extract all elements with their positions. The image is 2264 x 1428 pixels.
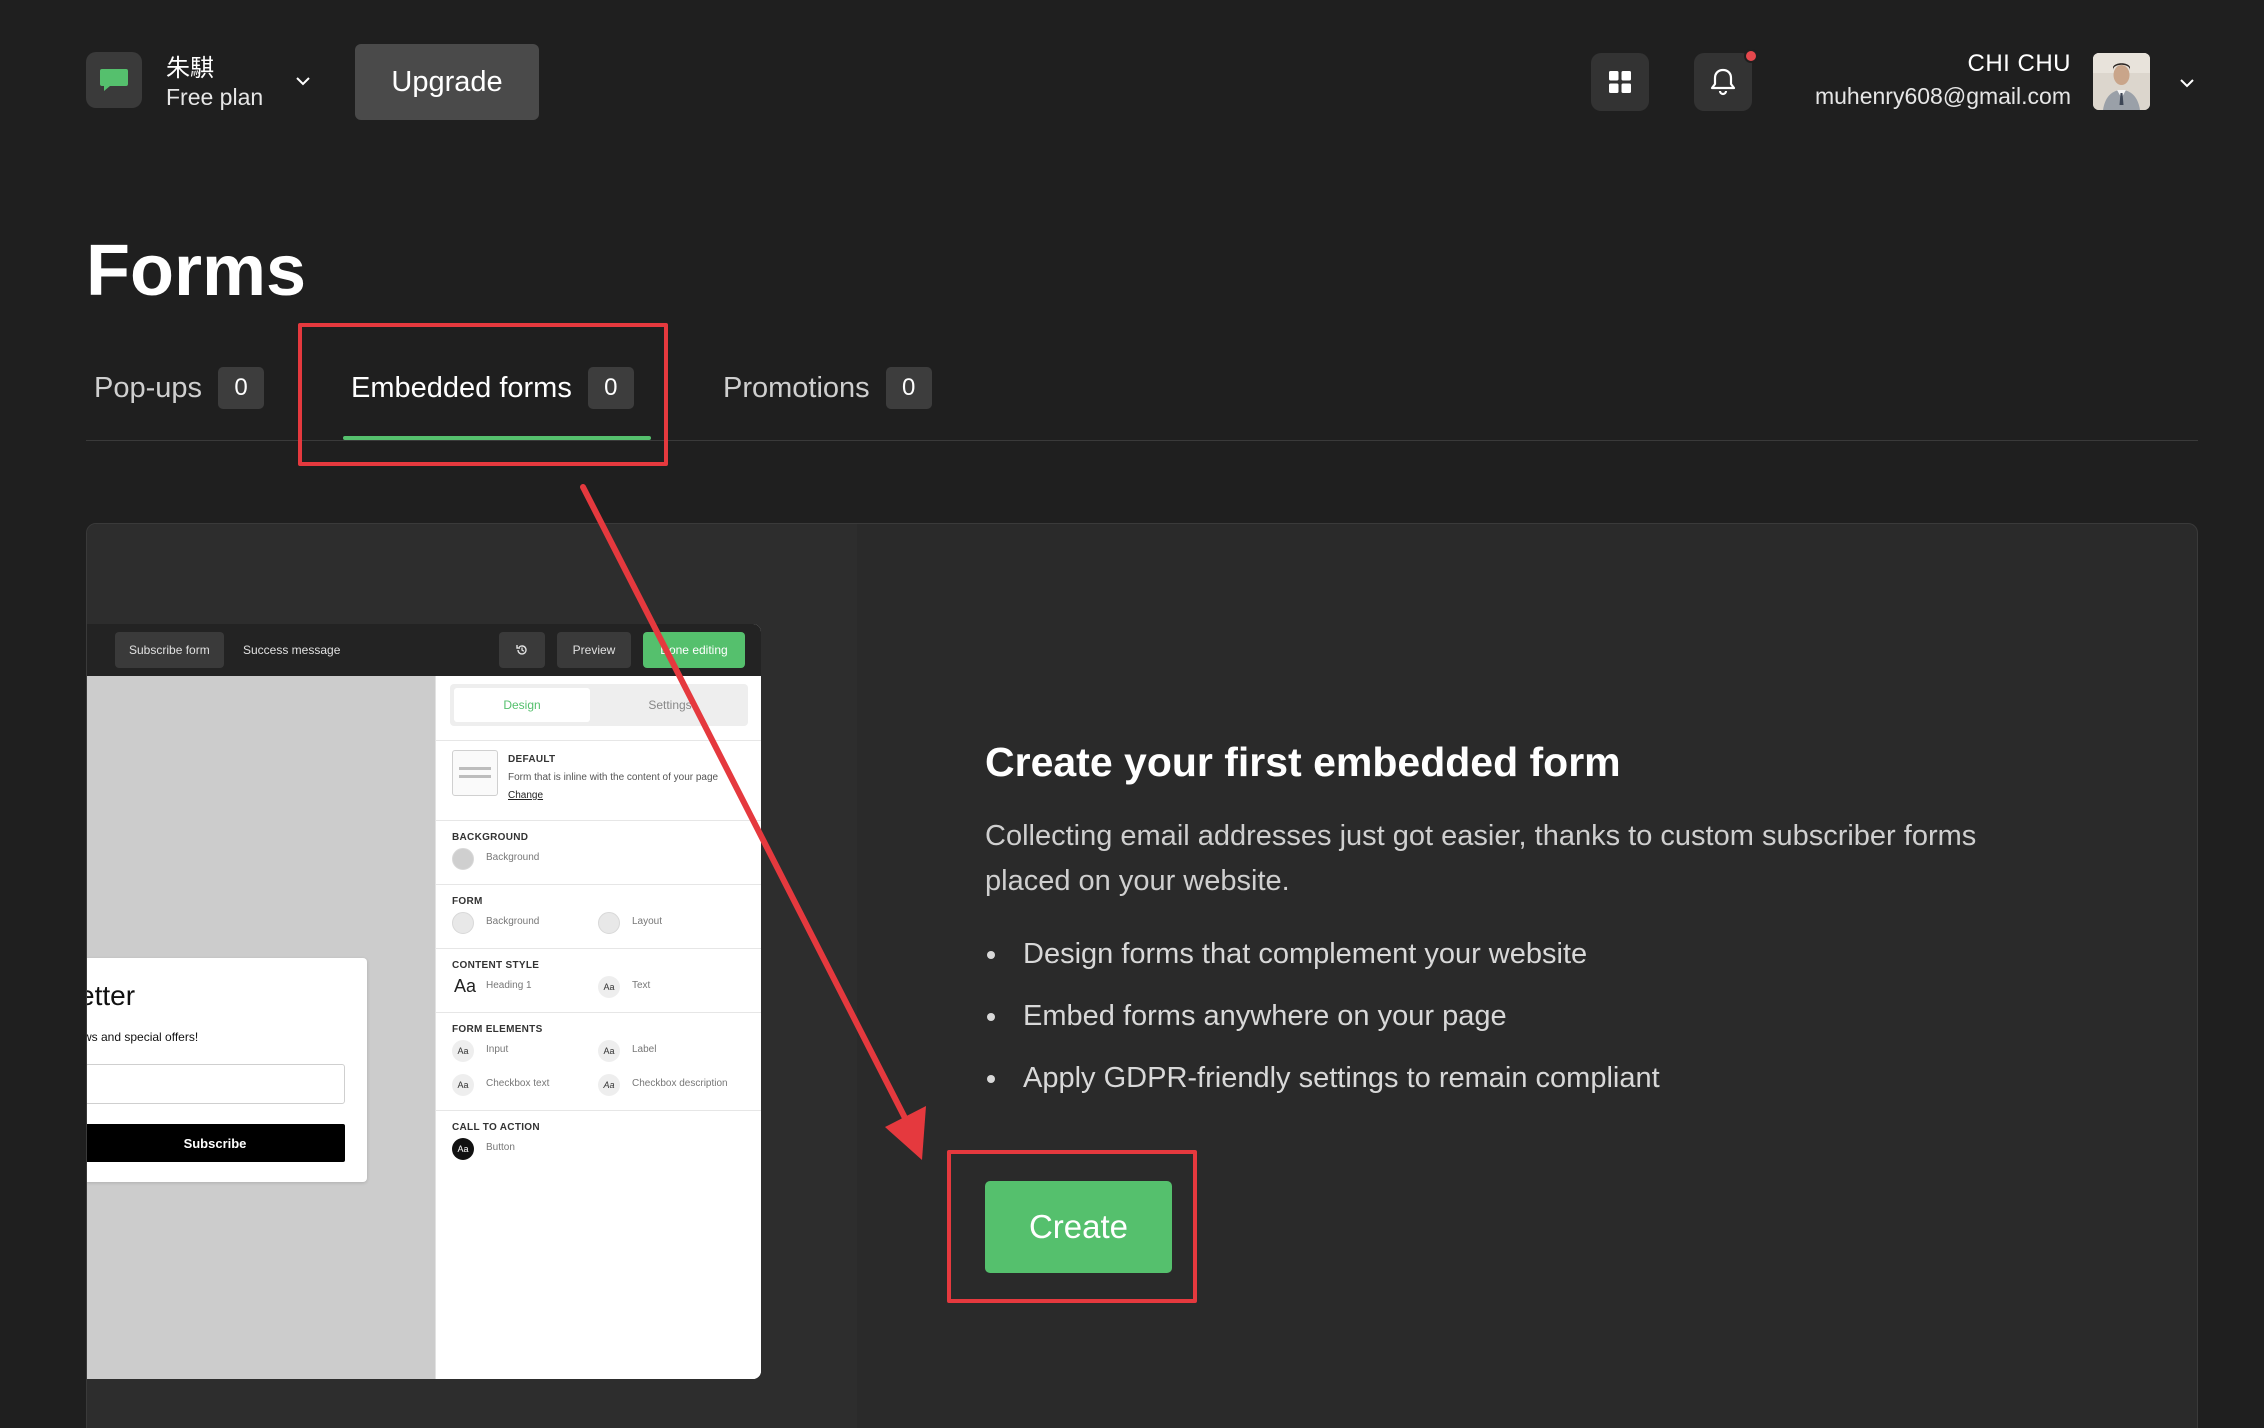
checkbox-text-style-icon: Aa: [452, 1074, 474, 1096]
preview-design-tab: Design: [454, 688, 590, 722]
panel-background-label: Background: [486, 852, 540, 863]
preview-success-message-tab: Success message: [243, 643, 341, 657]
divider: [436, 820, 761, 821]
divider: [436, 1012, 761, 1013]
heading-style-icon: Aa: [454, 976, 477, 996]
list-item: Design forms that complement your websit…: [985, 934, 1660, 996]
user-email[interactable]: muhenry608@gmail.com: [1815, 83, 2071, 110]
form-layout-thumbnail: [452, 750, 498, 796]
panel-checkbox-text-label: Checkbox text: [486, 1078, 550, 1089]
bell-icon[interactable]: [1694, 53, 1752, 111]
tab-pop-ups[interactable]: Pop-ups 0: [94, 366, 265, 410]
tab-count-badge: 0: [885, 367, 932, 409]
preview-subscribe-button: Subscribe: [87, 1124, 345, 1162]
preview-form-title: etter: [87, 980, 136, 1011]
panel-input-label: Input: [486, 1044, 509, 1055]
chevron-down-icon[interactable]: [2176, 72, 2198, 94]
divider: [436, 1110, 761, 1111]
annotation-highlight-create: [947, 1150, 1197, 1303]
chat-bubble-icon[interactable]: [86, 52, 142, 108]
form-background-swatch: [452, 912, 474, 934]
empty-state-heading: Create your first embedded form: [985, 739, 1621, 785]
panel-checkbox-description-label: Checkbox description: [632, 1078, 728, 1089]
panel-background-heading: BACKGROUND: [452, 832, 529, 843]
form-editor-preview: Subscribe form Success message Preview D…: [87, 524, 857, 1428]
divider: [436, 884, 761, 885]
panel-text-label: Text: [632, 980, 651, 991]
preview-toolbar: Subscribe form Success message Preview D…: [87, 624, 761, 676]
history-icon: [499, 632, 545, 668]
notification-badge: [1744, 49, 1758, 63]
feature-list: Design forms that complement your websit…: [985, 934, 1660, 1120]
panel-form-elements-heading: FORM ELEMENTS: [452, 1024, 543, 1035]
chevron-down-icon[interactable]: [292, 70, 314, 92]
panel-change-link: Change: [508, 790, 544, 801]
preview-design-settings-toggle: Design Settings: [450, 684, 748, 726]
panel-content-style-heading: CONTENT STYLE: [452, 960, 540, 971]
preview-style-panel: Design Settings DEFAULT Form that is inl…: [435, 676, 761, 1379]
preview-button: Preview: [557, 632, 631, 668]
layout-swatch: [598, 912, 620, 934]
empty-state-description: Collecting email addresses just got easi…: [985, 820, 1977, 897]
preview-canvas: etter ws and special offers! Subscribe: [87, 676, 435, 1379]
account-name[interactable]: 朱騏: [166, 48, 214, 83]
panel-layout-label: Layout: [632, 916, 663, 927]
upgrade-button[interactable]: Upgrade: [355, 44, 539, 120]
text-style-icon: Aa: [598, 976, 620, 998]
button-style-icon: Aa: [452, 1138, 474, 1160]
panel-label-label: Label: [632, 1044, 657, 1055]
panel-cta-heading: CALL TO ACTION: [452, 1122, 540, 1133]
apps-grid-icon[interactable]: [1591, 53, 1649, 111]
page-title: Forms: [86, 231, 307, 311]
preview-form-subtitle: ws and special offers!: [87, 1030, 199, 1044]
tab-count-badge: 0: [218, 367, 265, 409]
top-bar: 朱騏 Free plan Upgrade CHI CHU muhenry608@…: [0, 0, 2264, 160]
annotation-highlight-tab: [298, 323, 668, 466]
checkbox-description-style-icon: Aa: [598, 1074, 620, 1096]
user-name[interactable]: CHI CHU: [1968, 50, 2072, 78]
preview-settings-tab: Settings: [648, 698, 692, 712]
panel-default-heading: DEFAULT: [508, 754, 556, 765]
panel-button-label: Button: [486, 1142, 515, 1153]
background-color-swatch: [452, 848, 474, 870]
done-editing-button: Done editing: [643, 632, 745, 668]
avatar[interactable]: [2093, 53, 2150, 110]
preview-illustration: Subscribe form Success message Preview D…: [87, 624, 761, 1379]
list-item: Apply GDPR-friendly settings to remain c…: [985, 1058, 1660, 1120]
account-plan[interactable]: Free plan: [166, 84, 263, 111]
label-style-icon: Aa: [598, 1040, 620, 1062]
divider: [436, 740, 761, 741]
preview-newsletter-card: etter ws and special offers! Subscribe: [87, 958, 367, 1182]
list-item: Embed forms anywhere on your page: [985, 996, 1660, 1058]
panel-default-description: Form that is inline with the content of …: [508, 772, 719, 783]
tab-label: Promotions: [723, 371, 870, 404]
preview-email-input: [87, 1064, 345, 1104]
divider: [436, 948, 761, 949]
panel-form-heading: FORM: [452, 896, 483, 907]
panel-heading1-label: Heading 1: [486, 980, 532, 991]
input-style-icon: Aa: [452, 1040, 474, 1062]
preview-subscribe-form-tab: Subscribe form: [115, 632, 224, 668]
panel-form-background-label: Background: [486, 916, 540, 927]
tab-promotions[interactable]: Promotions 0: [723, 366, 932, 410]
tab-label: Pop-ups: [94, 371, 203, 404]
